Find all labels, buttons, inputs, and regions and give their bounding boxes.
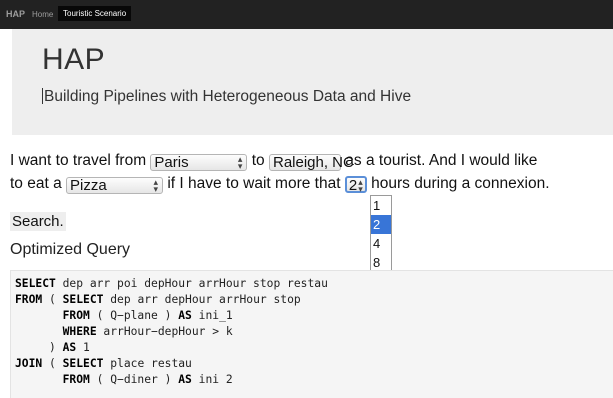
search-button[interactable]: Search. [10, 212, 66, 231]
sql-keyword: FROM [62, 309, 90, 322]
wait-option[interactable]: 4 [371, 234, 391, 253]
code-line: ) AS 1 [15, 340, 613, 356]
select-arrows-icon: ▴ ▾ [358, 177, 363, 194]
nav-link-home[interactable]: Home [32, 10, 53, 19]
wait-hours-value: 2 [348, 177, 358, 194]
food-select[interactable]: Pizza ▴ ▾ [66, 177, 164, 194]
sentence-text: if I have to wait more that [167, 175, 341, 192]
sentence-text: to eat a [10, 175, 62, 192]
sql-text: ( Q−diner ) [89, 373, 179, 386]
page-subtitle-text: Building Pipelines with Heterogeneous Da… [44, 88, 412, 105]
travel-sentence-line-2: to eat a Pizza ▴ ▾ if I have to wait more … [10, 175, 550, 194]
code-line: JOIN ( SELECT place restau [15, 356, 613, 372]
code-line: WHERE arrHour−depHour > k [15, 324, 613, 340]
sentence-text: I want to travel from [10, 152, 147, 169]
code-line: FROM ( Q−diner ) AS ini 2 [15, 372, 613, 388]
sql-keyword: JOIN [15, 357, 43, 370]
wait-option[interactable]: 2 [371, 215, 391, 234]
sql-keyword: FROM [15, 293, 43, 306]
optimized-query-heading: Optimized Query [10, 241, 131, 258]
from-city-select[interactable]: Paris ▴ ▾ [150, 154, 248, 171]
from-city-value: Paris [154, 154, 189, 171]
wait-hours-select[interactable]: 2 ▴ ▾ [344, 176, 367, 194]
sql-keyword: SELECT [62, 293, 104, 306]
sql-text: ) [15, 341, 63, 354]
sql-keyword: AS [62, 341, 77, 354]
code-line: SELECT dep arr poi depHour arrHour stop … [15, 276, 613, 292]
code-line: FROM ( SELECT dep arr depHour arrHour st… [15, 292, 613, 308]
wait-option[interactable]: 1 [371, 196, 391, 215]
sql-text: dep arr depHour arrHour stop [103, 293, 301, 306]
sql-text: ( [42, 357, 63, 370]
sql-text: ( Q−plane ) [89, 309, 179, 322]
wait-hours-dropdown-list: 1248 [370, 195, 392, 272]
jumbotron: HAP Building Pipelines with Heterogeneou… [12, 29, 613, 135]
sql-keyword: AS [178, 309, 192, 322]
sql-keyword: FROM [62, 373, 90, 386]
navbar-brand[interactable]: HAP [6, 9, 25, 19]
query-code-block: SELECT dep arr poi depHour arrHour stop … [10, 270, 613, 398]
sql-keyword: SELECT [62, 357, 104, 370]
sql-text: ini 2 [191, 373, 233, 386]
select-arrows-icon: ▴ ▾ [153, 177, 159, 194]
text-cursor [42, 88, 43, 104]
sql-text: dep arr poi depHour arrHour stop restau [55, 277, 328, 290]
top-navbar: HAP Home Touristic Scenario [0, 0, 613, 29]
sql-text: 1 [76, 341, 90, 354]
sql-keyword: AS [178, 373, 192, 386]
sql-keyword: WHERE [62, 325, 97, 338]
select-arrows-icon: ▴ ▾ [237, 154, 243, 171]
to-city-select[interactable]: Raleigh, NC [268, 154, 354, 171]
page-subtitle: Building Pipelines with Heterogeneous Da… [42, 88, 411, 106]
sql-text: place restau [103, 357, 192, 370]
sql-keyword: SELECT [15, 277, 56, 290]
sql-text: ini_1 [191, 309, 233, 322]
travel-sentence-line-1: I want to travel from Paris ▴ ▾ to Raleigh… [10, 152, 537, 171]
to-city-value: Raleigh, NC [272, 154, 354, 171]
sql-text: ( [42, 293, 63, 306]
sentence-text: to [251, 152, 265, 169]
sentence-text: hours during a connexion. [371, 175, 550, 192]
sql-text: arrHour−depHour > k [96, 325, 233, 338]
nav-link-touristic-scenario[interactable]: Touristic Scenario [58, 6, 132, 21]
food-value: Pizza [70, 177, 107, 194]
code-line: FROM ( Q−plane ) AS ini_1 [15, 308, 613, 324]
page-title: HAP [42, 43, 106, 76]
sentence-text: as a tourist. And I would like [345, 152, 538, 169]
